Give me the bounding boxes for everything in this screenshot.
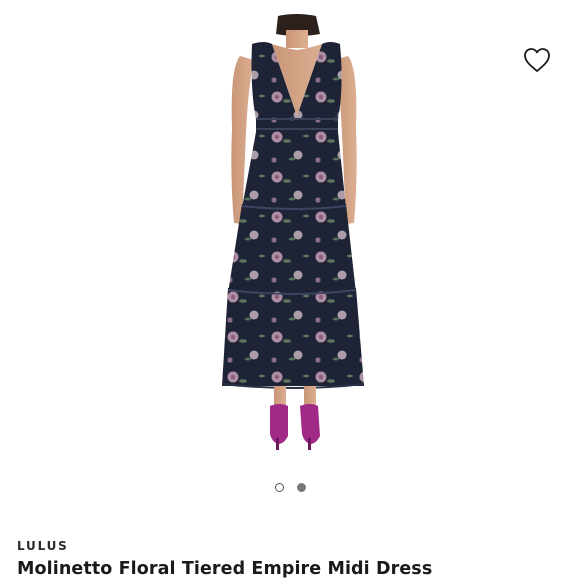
carousel-dot-1[interactable]: [274, 483, 284, 492]
product-title: Molinetto Floral Tiered Empire Midi Dres…: [17, 559, 433, 579]
brand-name[interactable]: LULUS: [17, 539, 69, 553]
heart-outline-icon: [524, 48, 550, 72]
product-image-gallery[interactable]: [0, 0, 580, 510]
wishlist-button[interactable]: [520, 44, 554, 76]
product-image[interactable]: [180, 8, 410, 454]
carousel-pagination: [0, 483, 580, 492]
carousel-dot-2-active[interactable]: [296, 483, 306, 492]
